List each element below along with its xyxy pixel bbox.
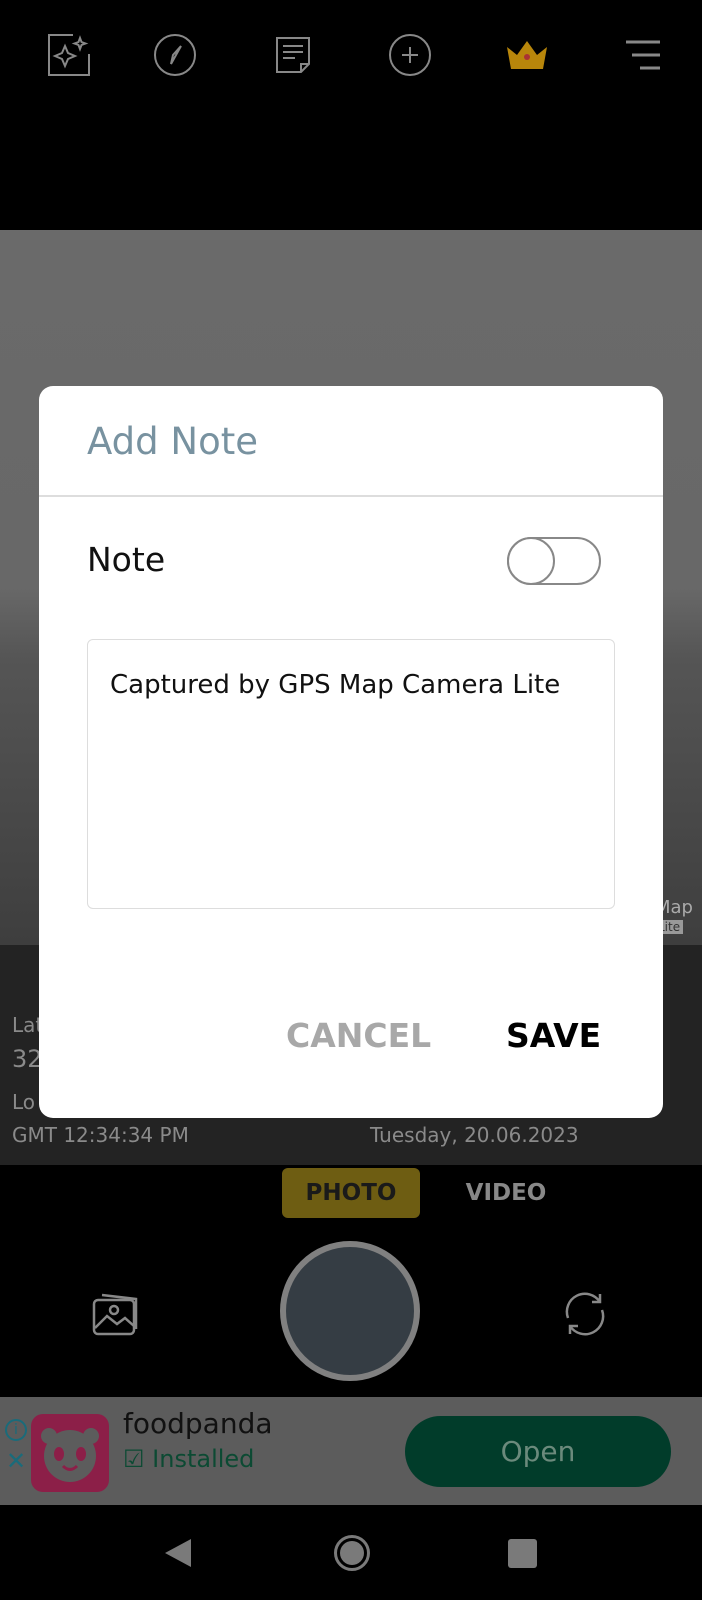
- note-icon[interactable]: [268, 30, 318, 80]
- switch-camera-icon[interactable]: [560, 1288, 610, 1344]
- ad-banner[interactable]: i ✕ foodpanda ☑ Installed Open: [0, 1397, 702, 1505]
- compass-icon[interactable]: [150, 30, 200, 80]
- crown-premium-icon[interactable]: [502, 30, 552, 80]
- toggle-knob: [507, 537, 555, 585]
- divider: [39, 495, 663, 497]
- add-badge-icon[interactable]: [385, 30, 435, 80]
- date-text: Tuesday, 20.06.2023: [370, 1123, 579, 1147]
- shutter-button[interactable]: [280, 1241, 420, 1381]
- ad-close-icon[interactable]: ✕: [6, 1447, 26, 1475]
- photo-mode-tab[interactable]: PHOTO: [282, 1168, 420, 1218]
- gallery-icon[interactable]: [90, 1288, 142, 1344]
- video-mode-tab[interactable]: VIDEO: [450, 1168, 562, 1218]
- home-icon[interactable]: [334, 1535, 370, 1571]
- back-icon[interactable]: [163, 1537, 193, 1573]
- ad-installed-status: ☑ Installed: [123, 1445, 254, 1473]
- ad-open-button[interactable]: Open: [405, 1416, 671, 1487]
- top-toolbar: [0, 0, 702, 230]
- note-label: Note: [87, 540, 166, 579]
- foodpanda-logo-icon: [31, 1414, 109, 1492]
- check-icon: ☑: [123, 1445, 153, 1473]
- note-toggle[interactable]: [507, 537, 601, 585]
- save-button[interactable]: SAVE: [506, 1016, 601, 1055]
- sparkle-template-icon[interactable]: [43, 30, 93, 80]
- long-label: Lo: [12, 1090, 36, 1114]
- lat-value: 32: [12, 1045, 43, 1073]
- ad-app-name: foodpanda: [123, 1407, 273, 1440]
- add-note-dialog: Add Note Note Captured by GPS Map Camera…: [39, 386, 663, 1118]
- dialog-title: Add Note: [87, 420, 258, 463]
- menu-icon[interactable]: [617, 30, 667, 80]
- recents-icon[interactable]: [508, 1539, 537, 1568]
- note-textarea[interactable]: Captured by GPS Map Camera Lite: [87, 639, 615, 909]
- time-text: GMT 12:34:34 PM: [12, 1123, 189, 1147]
- ad-info-icon[interactable]: i: [5, 1419, 27, 1441]
- ad-status-text: Installed: [152, 1445, 255, 1473]
- cancel-button[interactable]: CANCEL: [286, 1016, 431, 1055]
- system-nav-bar: [0, 1505, 702, 1600]
